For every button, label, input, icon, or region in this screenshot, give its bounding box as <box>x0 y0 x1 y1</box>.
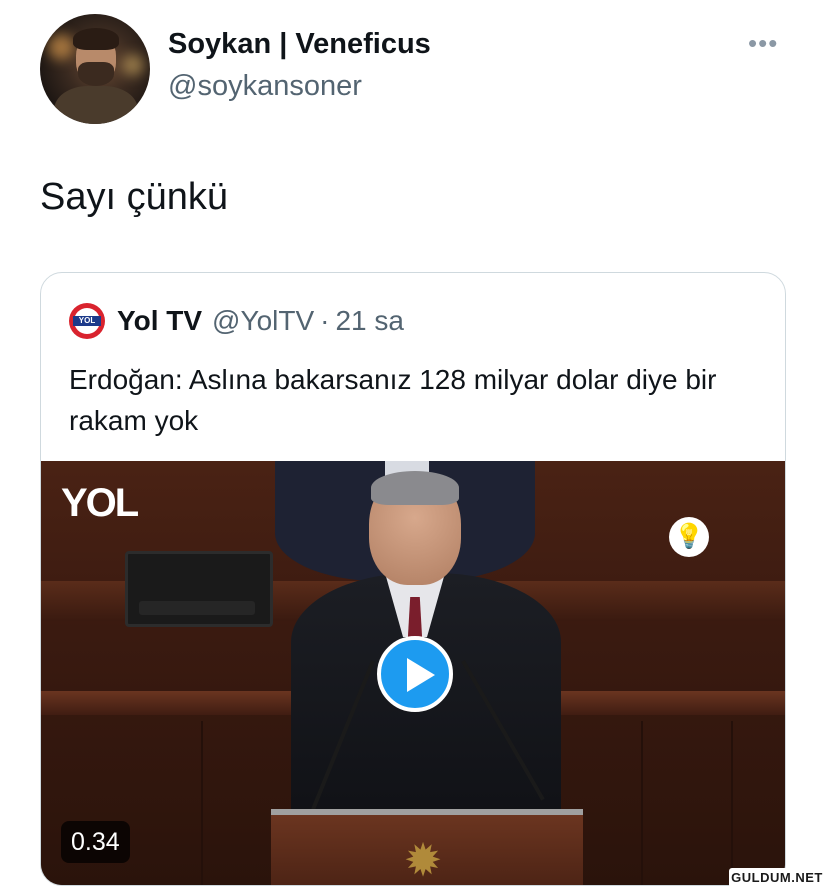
avatar-bg-light <box>48 34 74 60</box>
avatar-beard <box>78 62 114 86</box>
quoted-tweet-text: Erdoğan: Aslına bakarsanız 128 milyar do… <box>69 364 717 436</box>
quoted-tweet-time[interactable]: 21 sa <box>335 305 404 337</box>
avatar-body <box>54 86 138 124</box>
quoted-tweet-header: YOL Yol TV @YolTV · 21 sa <box>69 301 404 341</box>
video-wall-panel <box>731 721 733 885</box>
play-triangle <box>407 658 435 692</box>
video-monitor-stand <box>139 601 255 615</box>
channel-logo: YOL <box>61 481 139 525</box>
site-watermark: GULDUM.NET <box>729 868 825 888</box>
video-speaker-hair <box>371 471 459 505</box>
quoted-tweet-card[interactable]: YOL Yol TV @YolTV · 21 sa Erdoğan: Aslın… <box>40 272 786 886</box>
avatar-logo-text: YOL <box>73 316 101 326</box>
video-podium-emblem-icon: ✹ <box>403 834 443 886</box>
more-horizontal-icon[interactable]: ••• <box>748 28 778 59</box>
quoted-author-name[interactable]: Yol TV <box>117 305 202 337</box>
avatar-bg-light <box>122 54 144 76</box>
tweet-text: Sayı çünkü <box>40 176 228 218</box>
video-wall-panel <box>641 721 643 885</box>
quoted-author-handle[interactable]: @YolTV <box>212 305 314 337</box>
video-monitor <box>125 551 273 627</box>
quoted-author-avatar[interactable]: YOL <box>69 303 105 339</box>
avatar-hair <box>73 28 119 50</box>
video-player[interactable]: ✹ YOL 💡 0.34 <box>41 461 785 886</box>
author-name[interactable]: Soykan | Veneficus <box>168 28 431 61</box>
separator-dot: · <box>320 305 330 336</box>
author-avatar[interactable] <box>40 14 150 124</box>
author-handle[interactable]: @soykansoner <box>168 70 362 103</box>
video-wall-panel <box>201 721 203 885</box>
play-icon[interactable] <box>377 636 453 712</box>
video-duration-badge: 0.34 <box>61 821 130 863</box>
lightbulb-logo-icon: 💡 <box>669 517 709 557</box>
